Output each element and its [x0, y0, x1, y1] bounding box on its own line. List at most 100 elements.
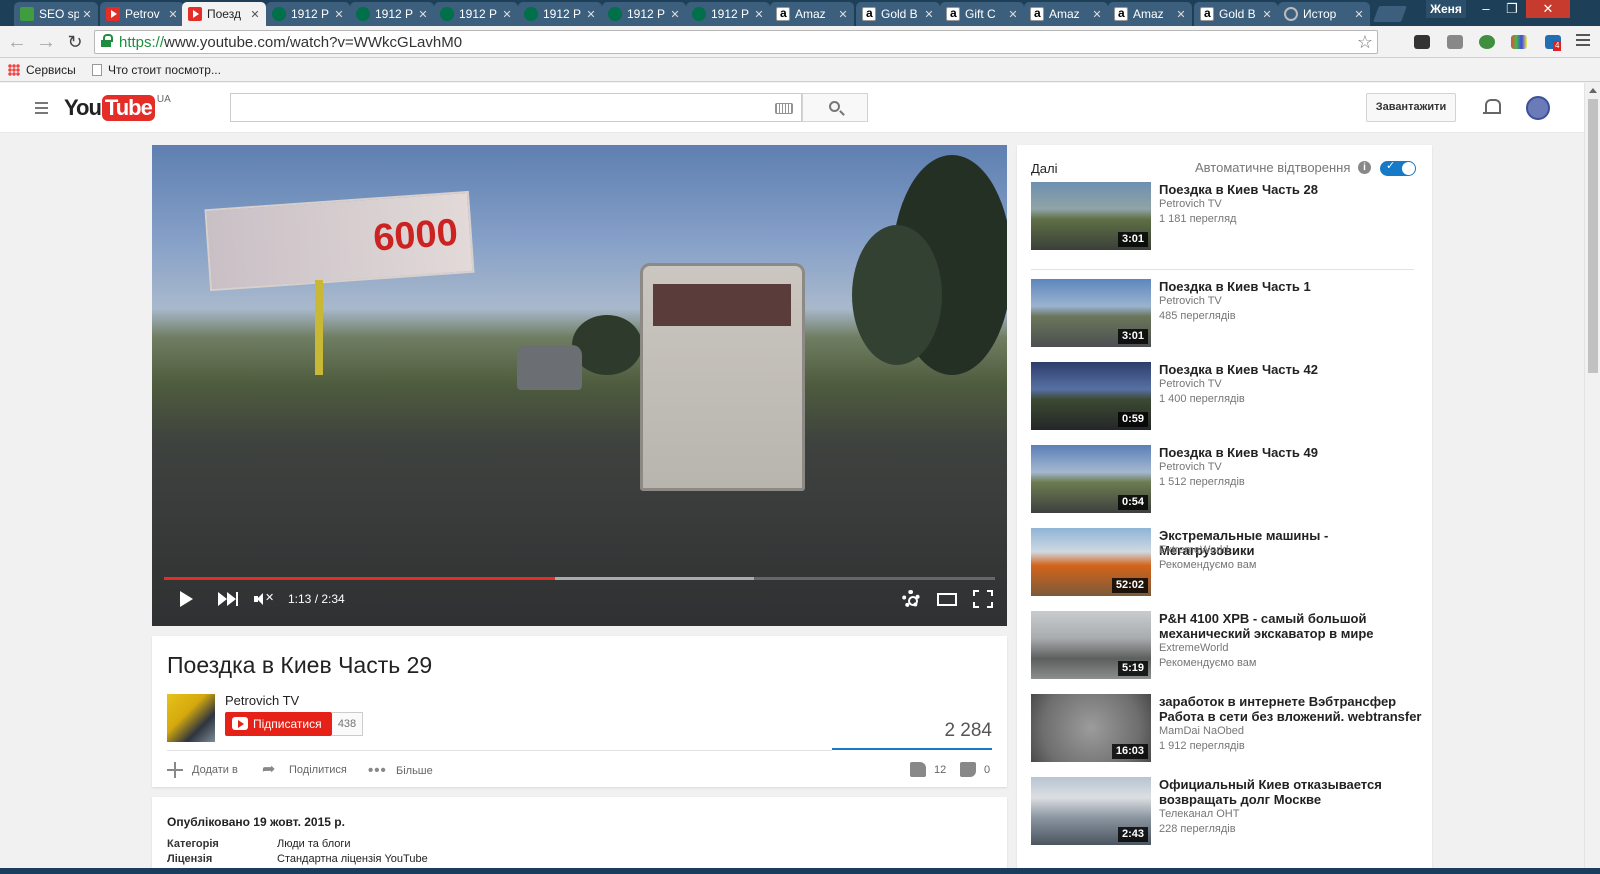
video-thumbnail[interactable]: 0:59: [1031, 362, 1151, 430]
settings-gear-icon[interactable]: [902, 590, 920, 608]
page-scrollbar[interactable]: [1584, 83, 1600, 874]
color-extension-icon[interactable]: [1511, 35, 1527, 49]
browser-tab[interactable]: 1912 P ✕: [686, 2, 770, 26]
extension-icon[interactable]: [1447, 35, 1463, 49]
tab-close-icon[interactable]: ✕: [583, 8, 599, 21]
related-video-title[interactable]: Поездка в Киев Часть 49: [1159, 445, 1424, 460]
channel-name-link[interactable]: Petrovich TV: [225, 693, 299, 708]
related-video-channel[interactable]: ExtremeWorld: [1159, 544, 1228, 556]
video-thumbnail[interactable]: 3:01: [1031, 279, 1151, 347]
bookmark-star-icon[interactable]: ☆: [1357, 32, 1373, 53]
forward-icon[interactable]: →: [35, 32, 57, 52]
video-player[interactable]: 6000 ✕ 1:13 / 2:34: [152, 145, 1007, 626]
video-thumbnail[interactable]: 0:54: [1031, 445, 1151, 513]
meta-value[interactable]: Стандартна ліцензія YouTube: [277, 853, 428, 865]
browser-tab[interactable]: 1912 P ✕: [266, 2, 350, 26]
tab-close-icon[interactable]: ✕: [331, 8, 347, 21]
related-video-item[interactable]: 3:01 Поездка в Киев Часть 28 Petrovich TV 1…: [1031, 182, 1426, 252]
like-button[interactable]: 12: [910, 762, 946, 777]
cast-extension-icon[interactable]: [1414, 35, 1430, 49]
browser-tab[interactable]: 1912 P ✕: [434, 2, 518, 26]
related-video-item[interactable]: 16:03 заработок в интернете Вэбтрансфер Р…: [1031, 694, 1426, 764]
related-video-channel[interactable]: Petrovich TV: [1159, 198, 1222, 210]
related-video-channel[interactable]: Телеканал ОНТ: [1159, 808, 1239, 820]
browser-tab[interactable]: Gold B✕: [856, 2, 940, 26]
reload-icon[interactable]: ↻: [64, 32, 86, 52]
related-video-channel[interactable]: MamDai NaObed: [1159, 725, 1244, 737]
browser-tab[interactable]: Amaz ✕: [1024, 2, 1108, 26]
browser-tab[interactable]: Amaz ✕: [770, 2, 854, 26]
related-video-item[interactable]: 2:43 Официальный Киев отказывается возвра…: [1031, 777, 1426, 847]
youtube-logo[interactable]: You Tube UA: [64, 94, 171, 121]
related-video-channel[interactable]: Petrovich TV: [1159, 461, 1222, 473]
info-icon[interactable]: i: [1358, 161, 1371, 174]
related-video-channel[interactable]: Petrovich TV: [1159, 378, 1222, 390]
tab-close-icon[interactable]: ✕: [1089, 8, 1105, 21]
video-thumbnail[interactable]: 52:02: [1031, 528, 1151, 596]
dislike-button[interactable]: 0: [960, 762, 990, 777]
badge-extension-icon[interactable]: 4: [1545, 35, 1562, 51]
related-video-title[interactable]: Поездка в Киев Часть 42: [1159, 362, 1424, 377]
fullscreen-icon[interactable]: [973, 590, 993, 608]
related-video-item[interactable]: 3:01 Поездка в Киев Часть 1 Petrovich TV 48…: [1031, 279, 1426, 349]
tab-close-icon[interactable]: ✕: [165, 8, 181, 21]
browser-tab[interactable]: Истор ✕: [1278, 2, 1370, 26]
scroll-thumb[interactable]: [1588, 99, 1598, 373]
restore-icon[interactable]: ❐: [1500, 0, 1524, 18]
video-thumbnail[interactable]: 16:03: [1031, 694, 1151, 762]
notifications-bell-icon[interactable]: [1483, 97, 1501, 117]
related-video-title[interactable]: Официальный Киев отказывается возвращать…: [1159, 777, 1424, 807]
video-thumbnail[interactable]: 3:01: [1031, 182, 1151, 250]
upload-button[interactable]: Завантажити: [1366, 93, 1456, 122]
scroll-up-icon[interactable]: [1589, 88, 1597, 93]
browser-tab[interactable]: 1912 P ✕: [350, 2, 434, 26]
video-thumbnail[interactable]: 5:19: [1031, 611, 1151, 679]
theater-mode-icon[interactable]: [937, 593, 957, 606]
related-video-item[interactable]: 0:54 Поездка в Киев Часть 49 Petrovich TV 1…: [1031, 445, 1426, 515]
related-video-title[interactable]: Поездка в Киев Часть 28: [1159, 182, 1424, 197]
related-video-title[interactable]: P&H 4100 XPB - самый большой механически…: [1159, 611, 1424, 641]
more-button[interactable]: ••• Більше: [368, 762, 433, 779]
channel-avatar[interactable]: [167, 694, 215, 742]
tab-close-icon[interactable]: ✕: [415, 8, 431, 21]
tab-close-icon[interactable]: ✕: [751, 8, 767, 21]
keyboard-icon[interactable]: [775, 103, 793, 114]
related-video-channel[interactable]: Petrovich TV: [1159, 295, 1222, 307]
globe-extension-icon[interactable]: [1479, 35, 1495, 49]
tab-close-icon[interactable]: ✕: [79, 8, 95, 21]
related-video-item[interactable]: 5:19 P&H 4100 XPB - самый большой механич…: [1031, 611, 1426, 681]
related-video-item[interactable]: 0:59 Поездка в Киев Часть 42 Petrovich TV 1…: [1031, 362, 1426, 432]
profile-button[interactable]: Женя: [1426, 0, 1466, 18]
browser-tab[interactable]: SEO sp ✕: [14, 2, 98, 26]
browser-tab[interactable]: Amaz ✕: [1108, 2, 1192, 26]
share-button[interactable]: ➦ Поділитися: [262, 762, 347, 778]
progress-bar[interactable]: [164, 577, 995, 580]
browser-menu-icon[interactable]: [1576, 34, 1590, 48]
related-video-title[interactable]: заработок в интернете Вэбтрансфер Работа…: [1159, 694, 1424, 724]
browser-tab[interactable]: 1912 P ✕: [518, 2, 602, 26]
related-video-channel[interactable]: ExtremeWorld: [1159, 642, 1228, 654]
next-icon[interactable]: [218, 592, 238, 606]
guide-menu-icon[interactable]: [35, 102, 48, 117]
browser-tab[interactable]: Petrov ✕: [100, 2, 184, 26]
browser-tab[interactable]: Поезд ✕: [182, 2, 266, 26]
avatar[interactable]: [1526, 96, 1550, 120]
search-button[interactable]: [802, 93, 868, 122]
related-video-item[interactable]: 52:02 Экстремальные машины - Мегагрузовик…: [1031, 528, 1426, 598]
meta-value[interactable]: Люди та блоги: [277, 838, 351, 850]
new-tab-button[interactable]: [1373, 6, 1407, 22]
tab-close-icon[interactable]: ✕: [1173, 8, 1189, 21]
video-thumbnail[interactable]: 2:43: [1031, 777, 1151, 845]
bookmark-apps[interactable]: Сервисы: [8, 63, 76, 77]
tab-close-icon[interactable]: ✕: [921, 8, 937, 21]
address-bar[interactable]: https://www.youtube.com/watch?v=WWkcGLav…: [94, 30, 1378, 54]
play-icon[interactable]: [180, 591, 193, 607]
browser-tab[interactable]: Gift C ✕: [940, 2, 1024, 26]
tab-close-icon[interactable]: ✕: [1351, 8, 1367, 21]
tab-close-icon[interactable]: ✕: [1005, 8, 1021, 21]
related-video-title[interactable]: Поездка в Киев Часть 1: [1159, 279, 1424, 294]
browser-tab[interactable]: Gold B✕: [1194, 2, 1278, 26]
back-icon[interactable]: ←: [6, 32, 28, 52]
close-window-icon[interactable]: ✕: [1526, 0, 1570, 18]
tab-close-icon[interactable]: ✕: [835, 8, 851, 21]
